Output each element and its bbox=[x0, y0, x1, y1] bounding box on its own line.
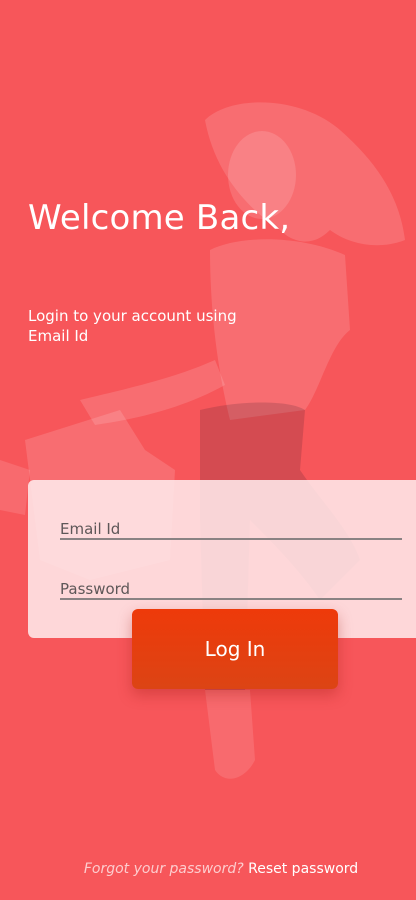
email-field-label: Email Id bbox=[60, 520, 121, 538]
password-help: Forgot your password? Reset password bbox=[0, 861, 416, 877]
welcome-title: Welcome Back, bbox=[28, 198, 291, 238]
password-field-label: Password bbox=[60, 580, 131, 598]
reset-password-link[interactable]: Reset password bbox=[248, 861, 358, 877]
forgot-password-text: Forgot your password? bbox=[83, 861, 244, 877]
background-photo bbox=[0, 102, 405, 779]
login-screen: Welcome Back, Login to your account usin… bbox=[0, 0, 416, 900]
login-subtitle: Login to your account using Email Id bbox=[28, 307, 237, 345]
email-field[interactable]: Email Id bbox=[60, 498, 402, 540]
password-field[interactable]: Password bbox=[60, 558, 402, 600]
login-button[interactable]: Log In bbox=[132, 609, 338, 689]
